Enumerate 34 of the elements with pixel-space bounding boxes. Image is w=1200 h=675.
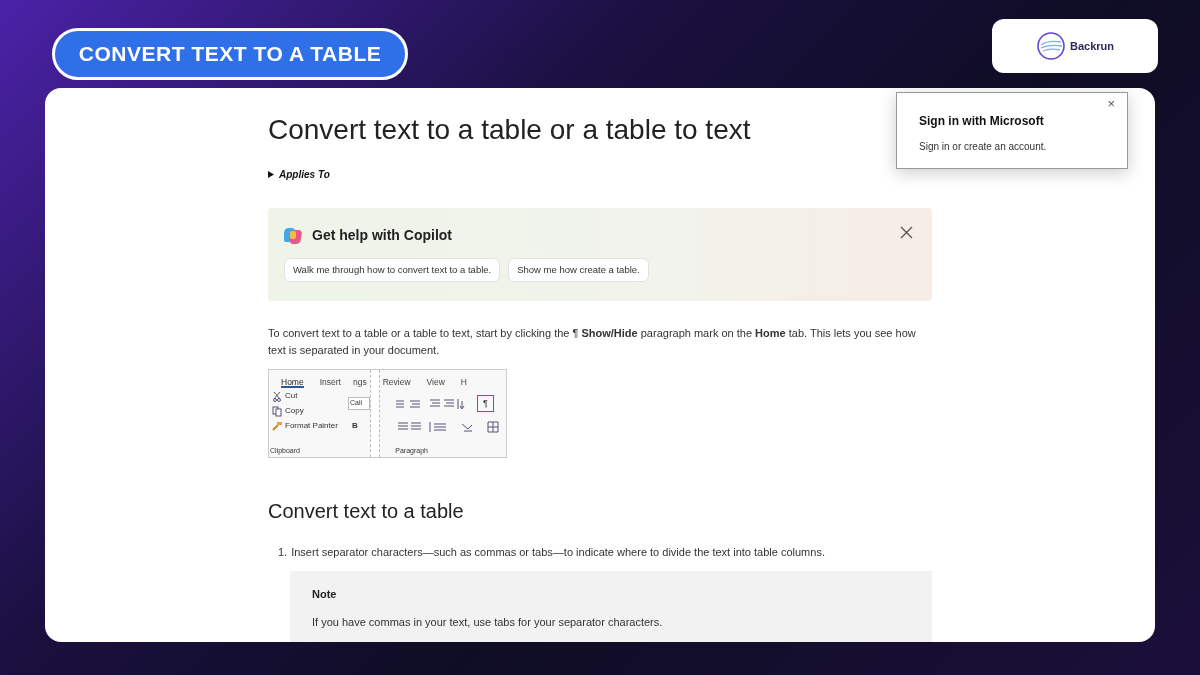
expand-icon[interactable]: [268, 171, 274, 178]
ribbon-tab[interactable]: H: [460, 376, 467, 388]
scissors-icon: [272, 390, 283, 402]
copy-icon: [272, 405, 283, 417]
note-text: If you have commas in your text, use tabs for your separator characters.: [312, 615, 664, 630]
ribbon-tab[interactable]: Insert: [319, 376, 341, 388]
intro-paragraph: To convert text to a table or a table to text, start by clicking the ¶ Show/Hide paragraph mark on the Home tab. This lets you see how text is separated in your document.: [268, 326, 917, 358]
copilot-title: Get help with Copilot: [312, 226, 452, 245]
close-button[interactable]: ×: [1107, 94, 1115, 114]
ribbon-command[interactable]: Format Painter: [285, 420, 338, 432]
ribbon-tab[interactable]: View: [426, 376, 445, 388]
sign-in-link[interactable]: Sign in or create an account.: [919, 139, 1105, 154]
note-title: Note: [312, 586, 338, 602]
step-text: Insert separator characters—such as commas or tabs—to indicate where to divide the text into table columns.: [291, 545, 825, 560]
suggestion-chip[interactable]: Show me how create a table.: [508, 258, 649, 282]
paintbrush-icon: [272, 420, 283, 432]
logo-text: Backrun: [1070, 38, 1114, 54]
popup-title: Sign in with Microsoft: [919, 113, 1045, 130]
ribbon-tab[interactable]: Review: [382, 376, 411, 388]
ribbon-command[interactable]: Copy: [285, 405, 304, 417]
ribbon-command[interactable]: Cut: [285, 390, 298, 402]
applies-to-link[interactable]: Applies To: [279, 167, 330, 182]
bold-button[interactable]: B: [348, 419, 370, 432]
close-icon[interactable]: [900, 226, 913, 239]
title-banner: CONVERT TEXT TO A TABLE: [52, 28, 408, 80]
article-title: Convert text to a table or a table to text: [268, 113, 751, 147]
show-hide-button[interactable]: ¶: [477, 395, 494, 412]
logo-icon: [1036, 31, 1066, 61]
section-heading: Convert text to a table: [268, 499, 465, 524]
step-number: 1.: [278, 545, 288, 560]
copilot-icon: [284, 226, 304, 245]
ribbon-tab[interactable]: ngs: [352, 376, 367, 388]
suggestion-chip[interactable]: Walk me through how to convert text to a table.: [284, 258, 501, 282]
ribbon-tab[interactable]: Home: [281, 376, 304, 388]
